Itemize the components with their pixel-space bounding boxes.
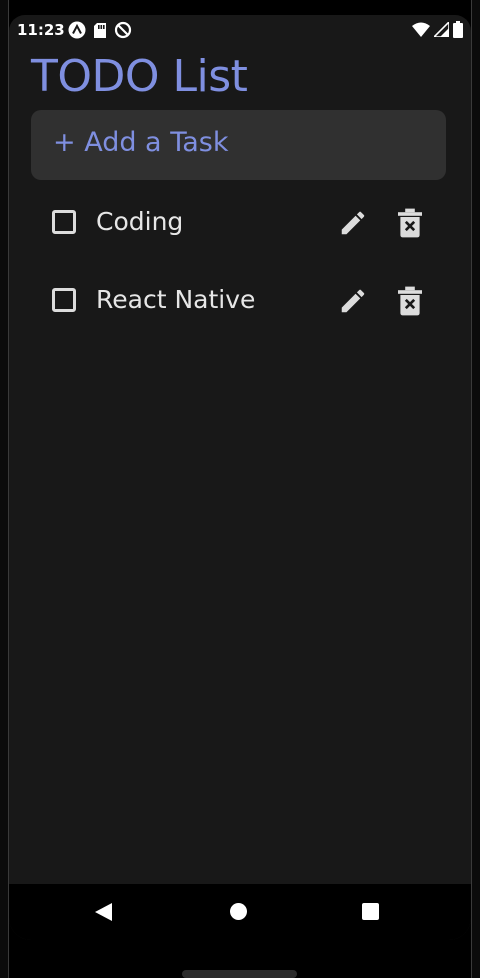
do-not-disturb-icon <box>114 21 132 43</box>
task-label: React Native <box>96 285 256 314</box>
edit-task-button[interactable] <box>338 286 368 316</box>
task-row: Coding <box>49 200 429 250</box>
pencil-icon <box>341 211 365 235</box>
navigation-bar <box>9 884 471 940</box>
recents-button[interactable] <box>362 903 379 920</box>
home-indicator <box>182 970 297 978</box>
add-task-button[interactable]: + Add a Task <box>31 110 446 180</box>
back-triangle-icon <box>95 903 112 921</box>
app-a-icon <box>68 21 86 43</box>
delete-task-button[interactable] <box>398 208 422 238</box>
trash-icon <box>398 286 422 316</box>
status-icons-right <box>412 20 463 42</box>
pencil-icon <box>341 289 365 313</box>
battery-icon <box>453 21 463 42</box>
task-label: Coding <box>96 207 184 236</box>
status-bar: 11:23 <box>9 15 471 45</box>
add-task-label: + Add a Task <box>53 127 229 158</box>
task-row: React Native <box>49 278 429 328</box>
edit-task-button[interactable] <box>338 208 368 238</box>
phone-frame: 11:23 TODO List + Add a Task Coding Reac… <box>0 0 480 978</box>
trash-icon <box>398 208 422 238</box>
sd-card-icon <box>93 22 107 43</box>
phone-bezel-right <box>471 0 480 978</box>
wifi-icon <box>412 22 430 41</box>
task-checkbox[interactable] <box>52 288 76 312</box>
task-checkbox[interactable] <box>52 210 76 234</box>
back-button[interactable] <box>95 903 112 925</box>
app-screen: 11:23 TODO List + Add a Task Coding Reac… <box>9 15 471 940</box>
status-time: 11:23 <box>17 21 65 39</box>
home-button[interactable] <box>230 903 247 920</box>
phone-bezel-left <box>0 0 9 978</box>
delete-task-button[interactable] <box>398 286 422 316</box>
page-title: TODO List <box>31 51 248 102</box>
cell-signal-icon <box>432 20 450 41</box>
status-icons-left <box>68 21 132 43</box>
